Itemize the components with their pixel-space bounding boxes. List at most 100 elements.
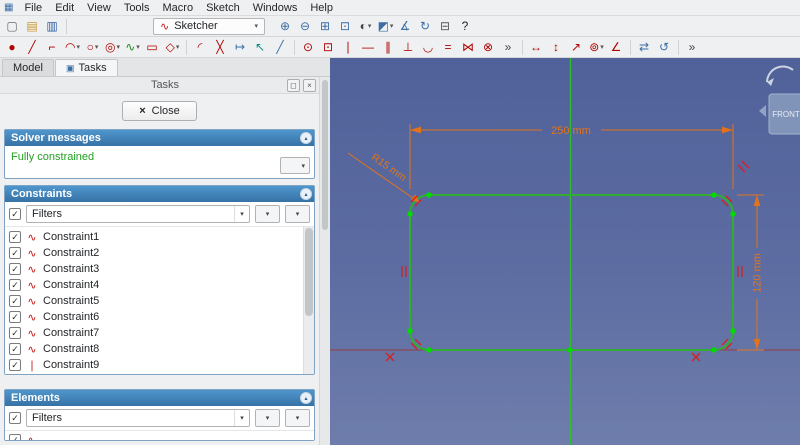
tab-tasks[interactable]: ▣ Tasks [54,59,118,76]
create-polygon-icon[interactable]: ◇ ▾ [163,38,182,56]
constraint-row-8[interactable]: ✓ ∿ Constraint8 [9,341,301,357]
collapse-section-icon[interactable]: ▴ [300,132,312,144]
create-bspline-icon[interactable]: ∿ ▾ [123,38,142,56]
close-panel-button[interactable]: × [303,79,316,92]
3d-viewport[interactable]: 250 mm 120 mm R15 mm FRONT [330,58,800,445]
create-arc-icon[interactable]: ◠ ▾ [63,38,82,56]
save-icon[interactable]: ▥ [43,17,62,35]
constrain-equal-icon[interactable]: = [439,38,458,56]
collapse-section-icon[interactable]: ▴ [300,392,312,404]
refresh-view-icon[interactable]: ↻ [416,17,435,35]
filter-enable-checkbox[interactable]: ✓ [9,208,21,220]
constrain-symmetric-icon[interactable]: ⋈ [459,38,478,56]
nav-orbit-arrow[interactable] [766,65,794,83]
constraint-row-9[interactable]: ✓ ∣ Constraint9 [9,357,301,373]
create-rectangle-icon[interactable]: ▭ [143,38,162,56]
menu-tools[interactable]: Tools [118,1,156,15]
elements-settings-button[interactable]: ▾ [255,409,280,427]
float-panel-button[interactable]: ◻ [287,79,300,92]
constraint-visibility-checkbox[interactable]: ✓ [9,247,21,259]
menu-help[interactable]: Help [304,1,339,15]
tab-model[interactable]: Model [2,59,54,76]
constraints-filter-combo[interactable]: Filters ▾ [26,205,250,223]
solver-messages-header[interactable]: Solver messages ▴ [5,130,314,146]
menu-sketch[interactable]: Sketch [200,1,246,15]
constrain-tangent-icon[interactable]: ◡ [419,38,438,56]
create-circle-icon[interactable]: ○ ▾ [83,38,102,56]
help-whatsthis-icon[interactable]: ? [456,17,475,35]
extend-edge-icon[interactable]: ↦ [231,38,250,56]
nav-cube-left-arrow[interactable] [759,105,766,117]
constrain-distance-y-icon[interactable]: ↕ [547,38,566,56]
constrain-parallel-icon[interactable]: ∥ [379,38,398,56]
zoom-out-icon[interactable]: ⊖ [296,17,315,35]
constrain-angle-icon[interactable]: ∠ [607,38,626,56]
height-dimension-label[interactable]: 120 mm [752,253,764,293]
toggle-construction-icon[interactable]: ╱ [271,38,290,56]
constrain-distance-icon[interactable]: ↗ [567,38,586,56]
constraint-row-2[interactable]: ✓ ∿ Constraint2 [9,245,301,261]
toggle-driving-constraint-icon[interactable]: ⇄ [635,38,654,56]
menu-windows[interactable]: Windows [247,1,304,15]
sketch-geometry[interactable] [409,194,734,351]
create-point-icon[interactable]: ● [3,38,22,56]
trim-edge-icon[interactable]: ╳ [211,38,230,56]
menu-file[interactable]: File [18,1,48,15]
zoom-in-icon[interactable]: ⊕ [276,17,295,35]
constraints-scrollbar[interactable] [303,227,314,374]
constraints-list[interactable]: ✓ ∿ Constraint1 ✓ ∿ Constraint2 ✓ ∿ Cons… [5,227,314,374]
workbench-selector[interactable]: ∿ Sketcher ▾ [153,17,265,35]
close-button[interactable]: × Close [122,101,197,121]
constraint-visibility-checkbox[interactable]: ✓ [9,279,21,291]
constraint-visibility-checkbox[interactable]: ✓ [9,311,21,323]
sketch-vertices[interactable] [407,192,736,353]
toolbar-overflow-icon[interactable]: » [683,38,702,56]
create-fillet-icon[interactable]: ◜ [191,38,210,56]
external-geometry-icon[interactable]: ↖ [251,38,270,56]
constrain-radius-icon[interactable]: ⊚ ▾ [587,38,606,56]
measure-icon[interactable]: ∡ [396,17,415,35]
constrain-perpendicular-icon[interactable]: ⊥ [399,38,418,56]
nav-cube-front-label[interactable]: FRONT [772,110,800,119]
new-document-icon[interactable]: ▢ [3,17,22,35]
dock-view-icon[interactable]: ⊟ [436,17,455,35]
collapse-section-icon[interactable]: ▴ [300,188,312,200]
constrain-coincident-icon[interactable]: ⊙ [299,38,318,56]
constraint-visibility-checkbox[interactable]: ✓ [9,231,21,243]
radius-dimension-label[interactable]: R15 mm [369,151,409,184]
toggle-active-constraint-icon[interactable]: ↺ [655,38,674,56]
constraint-row-4[interactable]: ✓ ∿ Constraint4 [9,277,301,293]
create-conic-icon[interactable]: ◎ ▾ [103,38,122,56]
constrain-vertical-icon[interactable]: ∣ [339,38,358,56]
constraints-overflow-icon[interactable]: » [499,38,518,56]
constraints-settings-button[interactable]: ▾ [255,205,280,223]
constraint-row-3[interactable]: ✓ ∿ Constraint3 [9,261,301,277]
constraint-visibility-checkbox[interactable]: ✓ [9,327,21,339]
constrain-distance-x-icon[interactable]: ↔ [527,38,546,56]
constraint-row-1[interactable]: ✓ ∿ Constraint1 [9,229,301,245]
menu-edit[interactable]: Edit [49,1,80,15]
element-visibility-checkbox[interactable]: ✓ [9,434,21,440]
width-dimension-label[interactable]: 250 mm [551,125,591,137]
constrain-block-icon[interactable]: ⊗ [479,38,498,56]
scrollbar-thumb[interactable] [322,80,328,230]
box-zoom-icon[interactable]: ⊡ [336,17,355,35]
constraint-row-7[interactable]: ✓ ∿ Constraint7 [9,325,301,341]
constraints-header[interactable]: Constraints ▴ [5,186,314,202]
panel-scrollbar[interactable] [319,77,330,445]
elements-header[interactable]: Elements ▴ [5,390,314,406]
constraints-extra-button[interactable]: ▾ [285,205,310,223]
fit-all-icon[interactable]: ⊞ [316,17,335,35]
constraint-visibility-checkbox[interactable]: ✓ [9,343,21,355]
scrollbar-thumb[interactable] [305,228,313,316]
elements-extra-button[interactable]: ▾ [285,409,310,427]
filter-enable-checkbox[interactable]: ✓ [9,412,21,424]
elements-filter-combo[interactable]: Filters ▾ [26,409,250,427]
navigation-cube[interactable]: FRONT [759,65,800,135]
rounded-rectangle-profile[interactable] [409,194,734,351]
constraint-row-5[interactable]: ✓ ∿ Constraint5 [9,293,301,309]
elements-list[interactable]: ✓ ∿ [5,431,314,440]
constraint-row-6[interactable]: ✓ ∿ Constraint6 [9,309,301,325]
element-row[interactable]: ✓ ∿ [9,432,310,440]
open-document-icon[interactable]: ▤ [23,17,42,35]
